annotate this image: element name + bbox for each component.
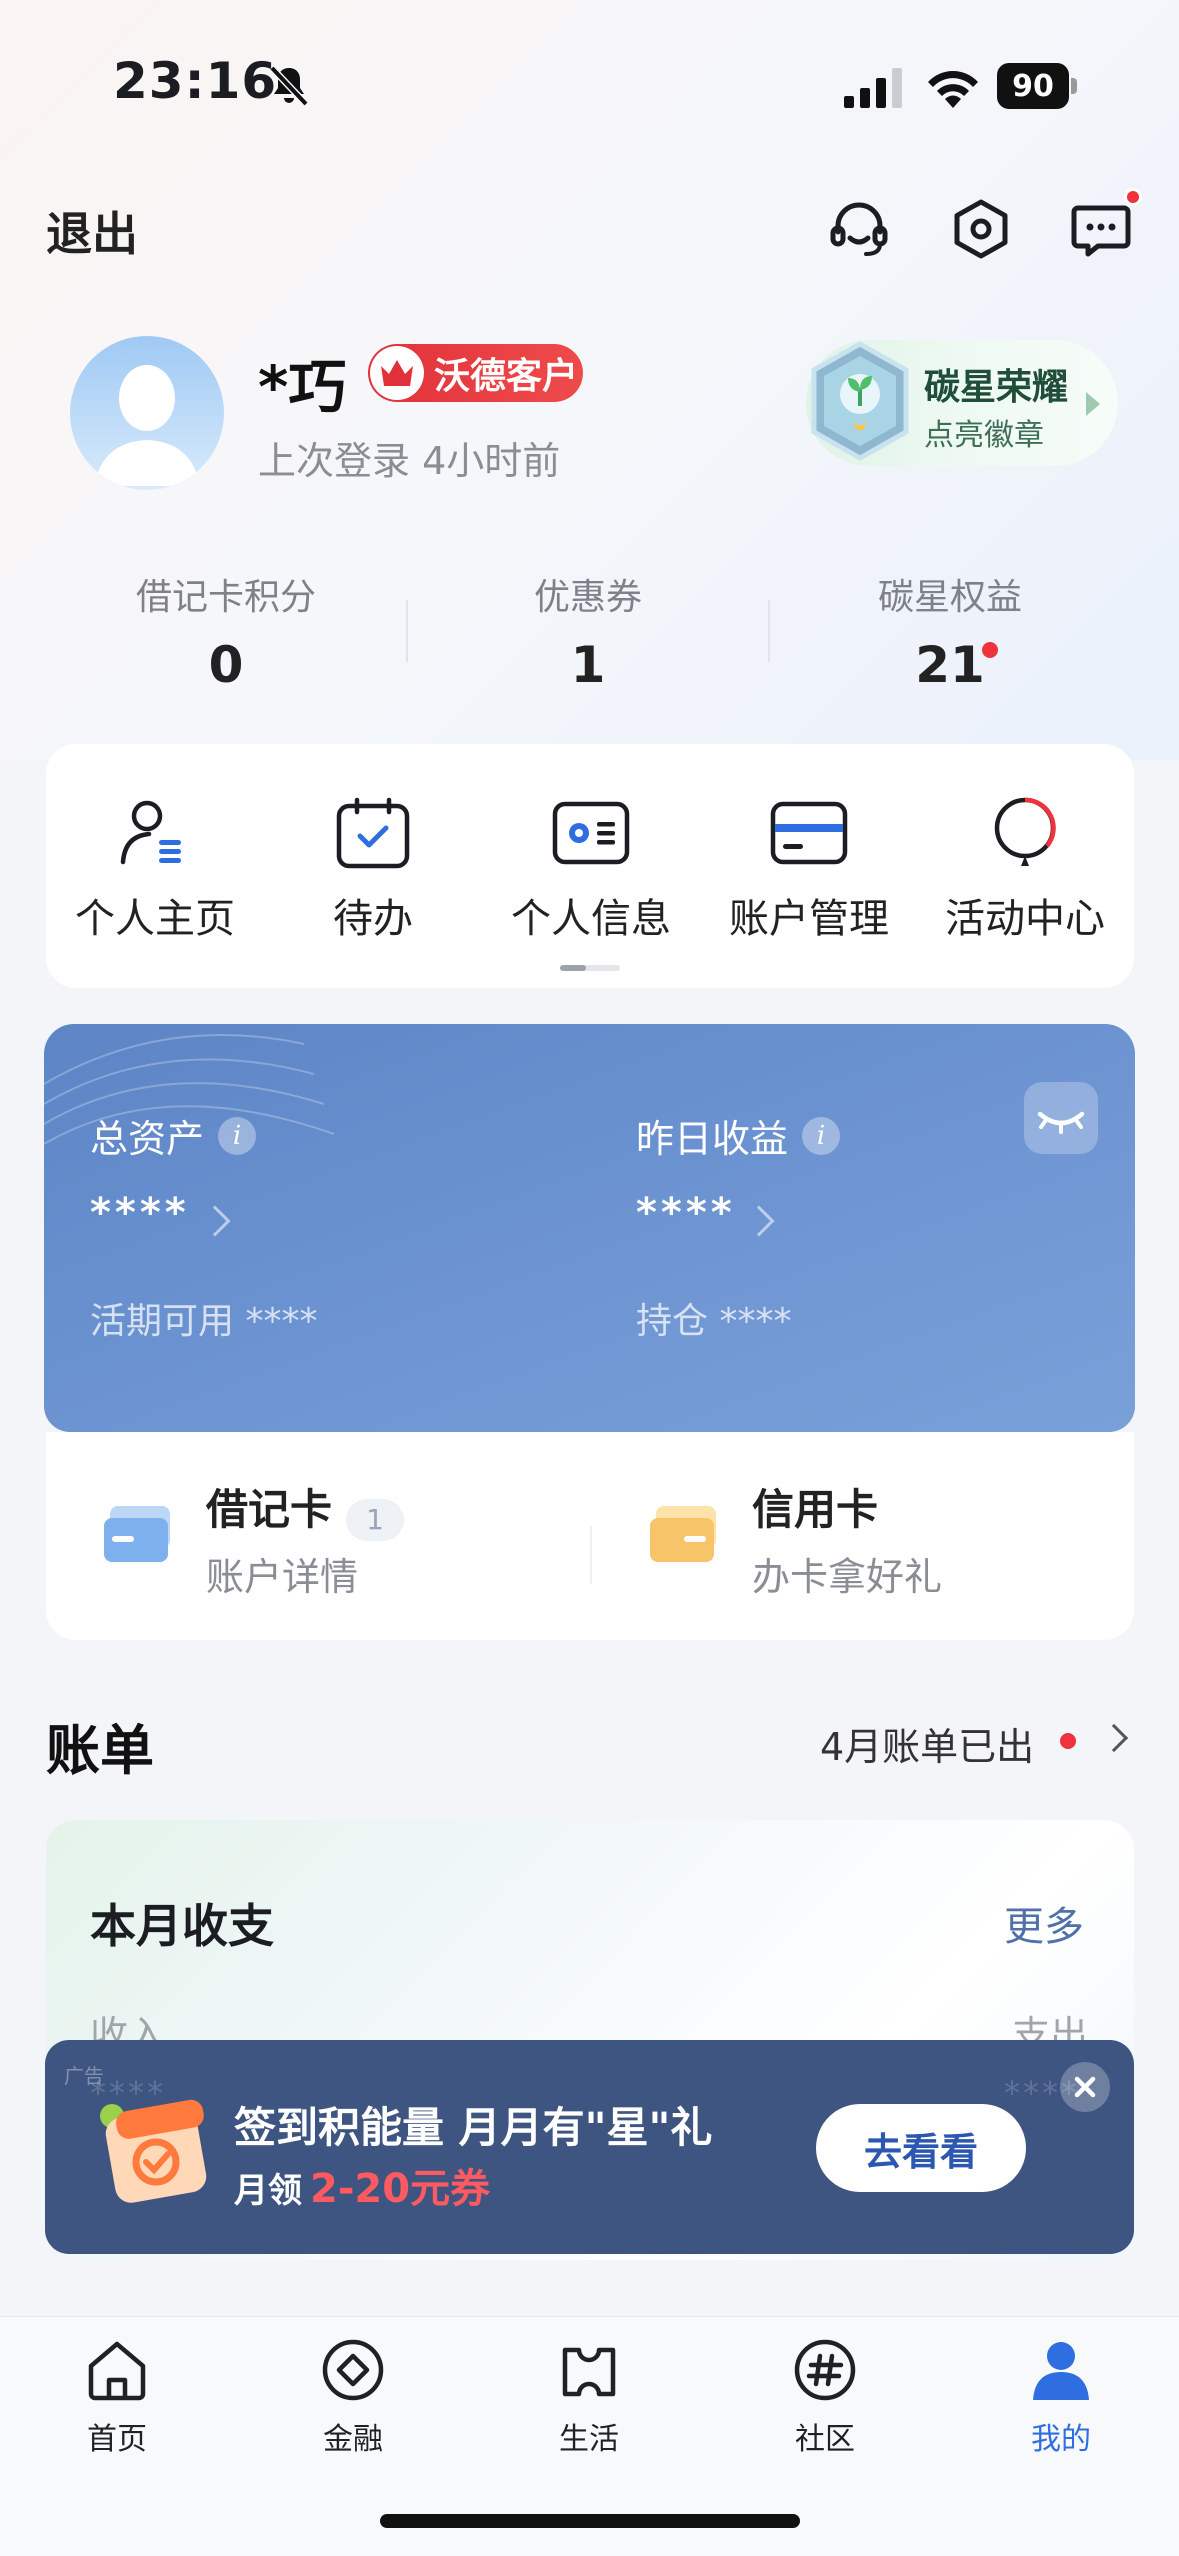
quick-label: 账户管理 — [729, 896, 889, 942]
tab-finance[interactable]: 金融 — [273, 2336, 433, 2458]
debit-card-entry[interactable]: 借记卡 1 — [206, 1476, 405, 1541]
monthly-summary-title: 本月收支 — [90, 1899, 274, 1953]
stat-divider — [768, 600, 770, 662]
chevron-right-icon[interactable] — [1099, 1723, 1129, 1753]
quick-personal-home[interactable]: 个人主页 — [46, 796, 264, 944]
ad-subtitle-highlight: 2-20元券 — [310, 2166, 491, 2212]
tab-community[interactable]: 社区 — [745, 2336, 905, 2458]
finance-diamond-icon — [322, 2339, 384, 2401]
status-time: 23:16 — [113, 52, 278, 110]
ad-subtitle: 月领 2-20元券 — [234, 2156, 490, 2214]
home-indicator — [380, 2514, 800, 2528]
tab-life[interactable]: 生活 — [509, 2336, 669, 2458]
tab-home[interactable]: 首页 — [37, 2336, 197, 2458]
tab-label: 金融 — [323, 2422, 383, 2457]
holdings-value: 持仓 **** — [636, 1301, 792, 1342]
logout-button[interactable]: 退出 — [46, 198, 138, 264]
person-icon — [1033, 2342, 1089, 2400]
bill-red-dot — [1060, 1733, 1076, 1749]
available-balance: 活期可用 **** — [90, 1301, 318, 1342]
quick-label: 个人信息 — [511, 896, 671, 942]
ad-cta-button[interactable]: 去看看 — [816, 2104, 1026, 2192]
stat-divider — [406, 600, 408, 662]
cards-divider — [590, 1526, 592, 1584]
total-assets-text: 总资产 — [90, 1117, 205, 1161]
carbon-honor-title: 碳星荣耀 — [924, 367, 1069, 408]
ticket-icon — [562, 2347, 616, 2397]
quick-personal-info[interactable]: 个人信息 — [482, 796, 700, 944]
close-icon — [1074, 2076, 1096, 2098]
info-icon[interactable]: i — [218, 1116, 257, 1155]
bank-card-icon — [770, 801, 848, 865]
stat-coupons-value[interactable]: 1 — [438, 636, 738, 694]
tab-label: 我的 — [1031, 2422, 1091, 2457]
debit-card-subtitle[interactable]: 账户详情 — [206, 1546, 358, 1601]
message-icon — [1071, 205, 1131, 257]
id-card-icon — [552, 801, 630, 865]
tab-mine[interactable]: 我的 — [981, 2336, 1141, 2458]
quick-label: 待办 — [333, 896, 413, 942]
more-link[interactable]: 更多 — [1004, 1894, 1084, 1952]
rights-red-dot — [982, 642, 998, 658]
credit-card-subtitle[interactable]: 办卡拿好礼 — [752, 1546, 942, 1601]
ad-close-button[interactable] — [1060, 2062, 1110, 2112]
bill-status-link[interactable]: 4月账单已出 — [820, 1716, 1034, 1771]
bill-section-title: 账单 — [46, 1719, 154, 1782]
ad-subtitle-prefix: 月领 — [234, 2171, 302, 2211]
total-assets-value[interactable]: **** — [90, 1190, 190, 1236]
quick-account-management[interactable]: 账户管理 — [700, 796, 918, 944]
info-icon[interactable]: i — [802, 1116, 841, 1155]
carbon-honor-subtitle: 点亮徽章 — [924, 418, 1044, 453]
stat-carbon-rights-value[interactable]: 21 — [800, 636, 1100, 694]
last-login-text: 上次登录 4小时前 — [258, 439, 561, 483]
default-avatar-icon — [94, 365, 200, 486]
carbon-badge-icon — [811, 341, 909, 461]
yesterday-earnings-text: 昨日收益 — [636, 1117, 789, 1161]
quick-todo[interactable]: 待办 — [264, 796, 482, 944]
hashtag-icon — [794, 2339, 856, 2401]
credit-card-icon — [650, 1504, 720, 1566]
quick-menu-scroll-indicator — [560, 965, 620, 971]
debit-card-count: 1 — [346, 1498, 405, 1541]
credit-card-title[interactable]: 信用卡 — [752, 1476, 878, 1537]
tab-label: 生活 — [559, 2422, 619, 2457]
tab-label: 首页 — [87, 2422, 147, 2457]
customer-service-icon[interactable] — [826, 196, 892, 262]
quick-label: 活动中心 — [945, 896, 1105, 942]
stat-carbon-rights-label[interactable]: 碳星权益 — [800, 568, 1100, 620]
crown-icon — [370, 346, 424, 400]
battery-level: 90 — [997, 63, 1069, 109]
ad-title: 签到积能量 月月有"星"礼 — [234, 2103, 713, 2152]
vip-badge-label: 沃德客户 — [434, 356, 579, 397]
cellular-signal-icon — [844, 68, 902, 108]
toggle-visibility-button[interactable] — [1024, 1082, 1098, 1154]
debit-card-icon — [104, 1504, 174, 1566]
stat-debit-points-label[interactable]: 借记卡积分 — [76, 568, 376, 620]
settings-hexagon-icon[interactable] — [948, 196, 1014, 262]
carbon-arrow-icon — [1086, 392, 1100, 416]
total-assets-label: 总资产 i — [90, 1108, 257, 1163]
tab-label: 社区 — [795, 2422, 855, 2457]
stat-coupons-label[interactable]: 优惠券 — [438, 568, 738, 620]
battery-icon: 90 — [997, 63, 1079, 109]
stat-debit-points-value[interactable]: 0 — [76, 636, 376, 694]
vip-badge[interactable]: 沃德客户 — [368, 344, 583, 402]
calendar-gift-icon — [100, 2099, 207, 2203]
username: *巧 — [258, 353, 347, 421]
quick-activity-center[interactable]: 活动中心 — [916, 796, 1134, 944]
quick-label: 个人主页 — [75, 896, 235, 942]
balloon-icon — [994, 797, 1056, 866]
avatar[interactable] — [70, 336, 224, 490]
eye-closed-icon — [1037, 1111, 1085, 1134]
home-icon — [88, 2341, 146, 2401]
unread-dot — [1124, 188, 1142, 206]
messages-button[interactable] — [1068, 188, 1142, 262]
yesterday-earnings-label: 昨日收益 i — [636, 1108, 841, 1163]
wifi-icon — [928, 71, 978, 108]
person-list-icon — [120, 800, 181, 865]
silent-bell-icon — [269, 65, 309, 107]
yesterday-earnings-value[interactable]: **** — [636, 1190, 736, 1236]
calendar-check-icon — [336, 797, 410, 869]
debit-card-title: 借记卡 — [206, 1485, 333, 1534]
